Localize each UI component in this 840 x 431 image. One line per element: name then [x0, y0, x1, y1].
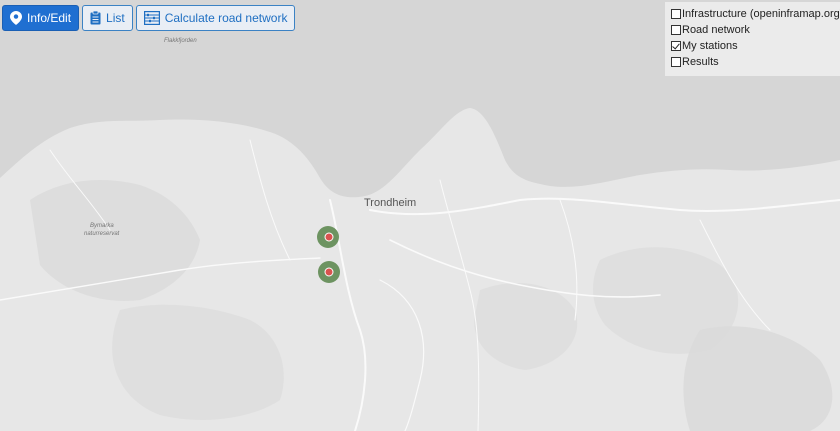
place-label-top: Flakkfjorden	[164, 38, 197, 44]
layer-results[interactable]: Results	[671, 54, 838, 70]
abacus-icon	[143, 11, 160, 25]
map-pin-icon	[10, 11, 22, 25]
layer-control: Infrastructure (openinframap.org) Road n…	[665, 2, 840, 76]
layer-infrastructure-checkbox[interactable]	[671, 9, 681, 19]
info-edit-button[interactable]: Info/Edit	[2, 5, 80, 31]
layer-results-label: Results	[682, 56, 719, 68]
layer-road-network-checkbox[interactable]	[671, 25, 681, 35]
calculate-road-network-button[interactable]: Calculate road network	[135, 5, 296, 31]
station-marker-2[interactable]	[318, 261, 340, 283]
layer-road-network-label: Road network	[682, 24, 750, 36]
list-label: List	[106, 11, 125, 25]
station-marker-1[interactable]	[317, 226, 339, 248]
layer-results-checkbox[interactable]	[671, 57, 681, 67]
calculate-road-network-label: Calculate road network	[164, 11, 288, 25]
layer-infrastructure-label: Infrastructure (openinframap.org)	[682, 8, 840, 20]
city-label: Trondheim	[364, 197, 416, 209]
reserve-label-line2: naturreservat	[84, 231, 120, 237]
layer-my-stations-label: My stations	[682, 40, 738, 52]
list-button[interactable]: List	[82, 5, 133, 31]
layer-infrastructure[interactable]: Infrastructure (openinframap.org)	[671, 6, 840, 22]
toolbar: Info/Edit List Calculate road network	[2, 5, 296, 31]
clipboard-list-icon	[90, 11, 101, 25]
layer-my-stations-checkbox[interactable]	[671, 41, 681, 51]
layer-my-stations[interactable]: My stations	[671, 38, 838, 54]
reserve-label-line1: Bymarka	[90, 223, 114, 229]
layer-road-network[interactable]: Road network	[671, 22, 838, 38]
info-edit-label: Info/Edit	[27, 11, 72, 25]
